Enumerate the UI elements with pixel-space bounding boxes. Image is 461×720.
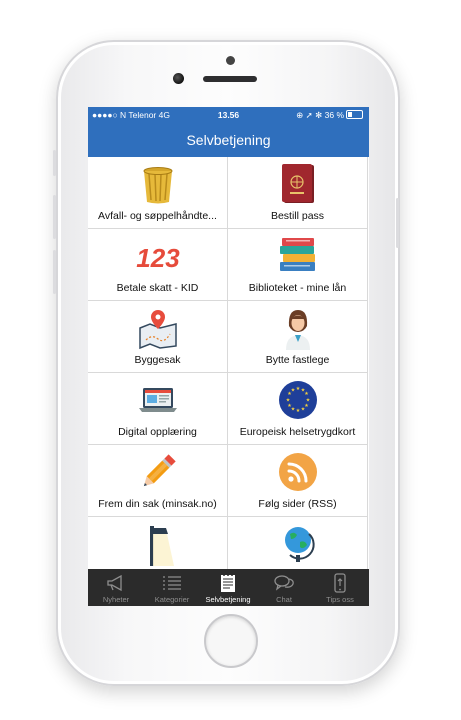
grid-item-europeisk-helsetrygdkort[interactable]: ★ ★ ★ ★ ★ ★ ★ ★ ★ ★ ★ ★ Europeisk helsetrygdkort — [228, 373, 368, 445]
grid-item-label: Betale skatt - KID — [116, 282, 199, 294]
books-icon — [279, 238, 315, 271]
trash-bin-icon — [143, 167, 172, 204]
svg-text:★: ★ — [290, 388, 295, 394]
status-indicators: ⊕ ➚ ✻ 36 % — [296, 110, 344, 120]
svg-text:★: ★ — [304, 391, 309, 397]
tab-bar: Nyheter Kategorier Selvbetjening Chat Ti… — [88, 569, 369, 606]
grid-item-label: Byggesak — [134, 354, 181, 366]
passport-icon — [281, 164, 314, 203]
tab-tips-oss[interactable]: Tips oss — [312, 569, 368, 606]
svg-text:★: ★ — [285, 398, 290, 404]
laptop-icon — [138, 388, 177, 412]
grid-item-label: Digital opplæring — [118, 426, 197, 438]
globe-icon — [284, 527, 315, 562]
pencil-icon — [143, 454, 176, 487]
rss-icon — [278, 453, 317, 491]
eu-flag-icon: ★ ★★ ★★★ ★★★ ★★★ — [278, 381, 317, 419]
power-button — [396, 198, 399, 248]
svg-text:★: ★ — [295, 408, 300, 414]
tab-kategorier[interactable]: Kategorier — [144, 569, 200, 606]
tab-label: Nyheter — [102, 595, 130, 604]
grid-item-bytte-fastlege[interactable]: Bytte fastlege — [228, 301, 368, 373]
page-title: Selvbetjening — [88, 124, 369, 157]
app-screen: ●●●●○ N Telenor 4G 13.56 ⊕ ➚ ✻ 36 % Selv… — [88, 107, 369, 606]
grid-item-bestill-pass[interactable]: Bestill pass — [228, 157, 368, 229]
megaphone-icon — [107, 574, 122, 592]
tab-selvbetjening[interactable]: Selvbetjening — [200, 569, 256, 606]
list-icon — [163, 576, 181, 590]
tab-chat[interactable]: Chat — [256, 569, 312, 606]
numbers-123-icon: 123 — [136, 243, 180, 273]
battery-icon — [346, 110, 363, 119]
tab-label: Tips oss — [326, 595, 354, 604]
grid-item-label: Følg sider (RSS) — [258, 498, 337, 510]
tab-label: Kategorier — [154, 595, 190, 604]
grid-item-label: Avfall- og søppelhåndte... — [98, 210, 217, 222]
tab-label: Selvbetjening — [205, 595, 251, 604]
grid-item-byggesak[interactable]: Byggesak — [88, 301, 228, 373]
grid-item-avfall[interactable]: Avfall- og søppelhåndte... — [88, 157, 228, 229]
svg-text:★: ★ — [300, 407, 305, 413]
status-right: ⊕ ➚ ✻ 36 % — [296, 107, 363, 124]
front-camera — [173, 73, 184, 84]
tab-nyheter[interactable]: Nyheter — [88, 569, 144, 606]
grid-item-label: Bestill pass — [270, 210, 325, 222]
grid-item-label: Biblioteket - mine lån — [248, 282, 347, 294]
street-lamp-icon — [149, 526, 174, 566]
grid-item-betale-skatt[interactable]: 123 Betale skatt - KID — [88, 229, 228, 301]
volume-up-button — [53, 195, 56, 239]
tab-label: Chat — [276, 595, 292, 604]
svg-text:★: ★ — [287, 403, 292, 409]
phone-tip-icon — [334, 573, 346, 593]
grid-item-label: Frem din sak (minsak.no) — [98, 498, 217, 510]
grid-item-frem-din-sak[interactable]: Frem din sak (minsak.no) — [88, 445, 228, 517]
home-button[interactable] — [204, 614, 258, 668]
grid-item-digital-opplaering[interactable]: Digital opplæring — [88, 373, 228, 445]
doctor-icon — [285, 310, 310, 350]
svg-text:123: 123 — [136, 243, 180, 273]
grid-item-biblioteket[interactable]: Biblioteket - mine lån — [228, 229, 368, 301]
earpiece-speaker — [203, 76, 257, 82]
notepad-icon — [221, 574, 235, 592]
chat-bubbles-icon — [274, 575, 294, 591]
grid-item-folg-sider[interactable]: Følg sider (RSS) — [228, 445, 368, 517]
grid-item-label: Europeisk helsetrygdkort — [239, 426, 356, 438]
map-pin-icon — [138, 310, 177, 350]
status-bar: ●●●●○ N Telenor 4G 13.56 ⊕ ➚ ✻ 36 % — [88, 107, 369, 124]
volume-down-button — [53, 250, 56, 294]
proximity-sensor — [226, 56, 235, 65]
mute-switch — [53, 150, 56, 176]
grid-item-label: Bytte fastlege — [265, 354, 330, 366]
